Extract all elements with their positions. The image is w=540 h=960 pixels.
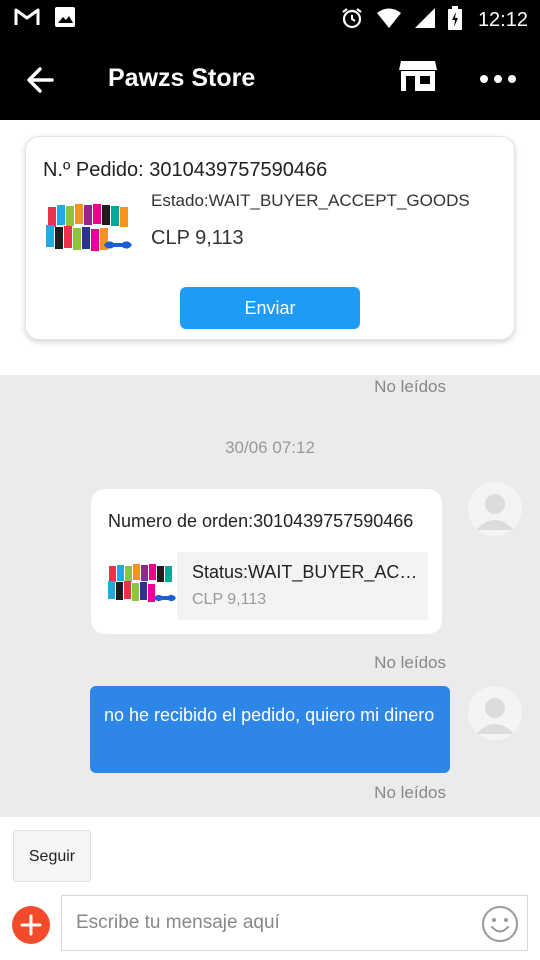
emoji-icon[interactable]	[481, 905, 519, 943]
chat-area[interactable]: No leídos 30/06 07:12 Numero de orden:30…	[0, 375, 540, 817]
order-number: N.º Pedido: 3010439757590466	[43, 159, 328, 181]
avatar[interactable]	[468, 686, 522, 740]
unread-label: No leídos	[374, 783, 446, 802]
image-icon	[54, 6, 76, 32]
product-image[interactable]	[44, 199, 134, 261]
back-arrow-icon[interactable]	[22, 60, 62, 100]
message-timestamp: 30/06 07:12	[225, 438, 315, 457]
product-thumbnail	[106, 560, 178, 610]
gmail-icon	[14, 7, 40, 31]
store-icon[interactable]	[398, 58, 442, 98]
plus-icon[interactable]	[12, 906, 50, 944]
order-message-bubble[interactable]: Numero de orden:3010439757590466 Status:…	[91, 489, 442, 634]
order-message-status: Status:WAIT_BUYER_ACCEPT_GOODS	[192, 562, 424, 582]
order-summary-area: N.º Pedido: 3010439757590466 Estado:WAIT…	[0, 120, 540, 375]
order-card[interactable]: N.º Pedido: 3010439757590466 Estado:WAIT…	[25, 136, 515, 340]
more-icon[interactable]	[476, 64, 520, 94]
page-title: Pawzs Store	[108, 64, 256, 92]
status-bar: 12:12	[0, 0, 540, 38]
order-message-info: Status:WAIT_BUYER_ACCEPT_GOODS CLP 9,113	[177, 552, 428, 620]
battery-icon	[447, 6, 462, 34]
alarm-icon	[340, 6, 364, 34]
wifi-icon	[376, 7, 402, 33]
order-message-title: Numero de orden:3010439757590466	[108, 511, 414, 531]
avatar[interactable]	[468, 482, 522, 536]
app-bar: Pawzs Store	[0, 38, 540, 120]
text-message-bubble[interactable]: no he recibido el pedido, quiero mi dine…	[90, 686, 450, 773]
order-message-product[interactable]: Status:WAIT_BUYER_ACCEPT_GOODS CLP 9,113	[103, 552, 428, 620]
order-status: Estado:WAIT_BUYER_ACCEPT_GOODS	[151, 191, 470, 210]
order-price: CLP 9,113	[151, 227, 244, 249]
send-order-button[interactable]: Enviar	[180, 287, 360, 329]
follow-button[interactable]: Seguir	[13, 830, 91, 882]
unread-label: No leídos	[374, 653, 446, 672]
unread-label: No leídos	[374, 377, 446, 396]
status-time: 12:12	[477, 8, 528, 31]
message-input[interactable]	[61, 895, 528, 951]
signal-icon	[414, 7, 436, 33]
order-message-price: CLP 9,113	[192, 591, 267, 608]
compose-area: Seguir	[0, 817, 540, 960]
